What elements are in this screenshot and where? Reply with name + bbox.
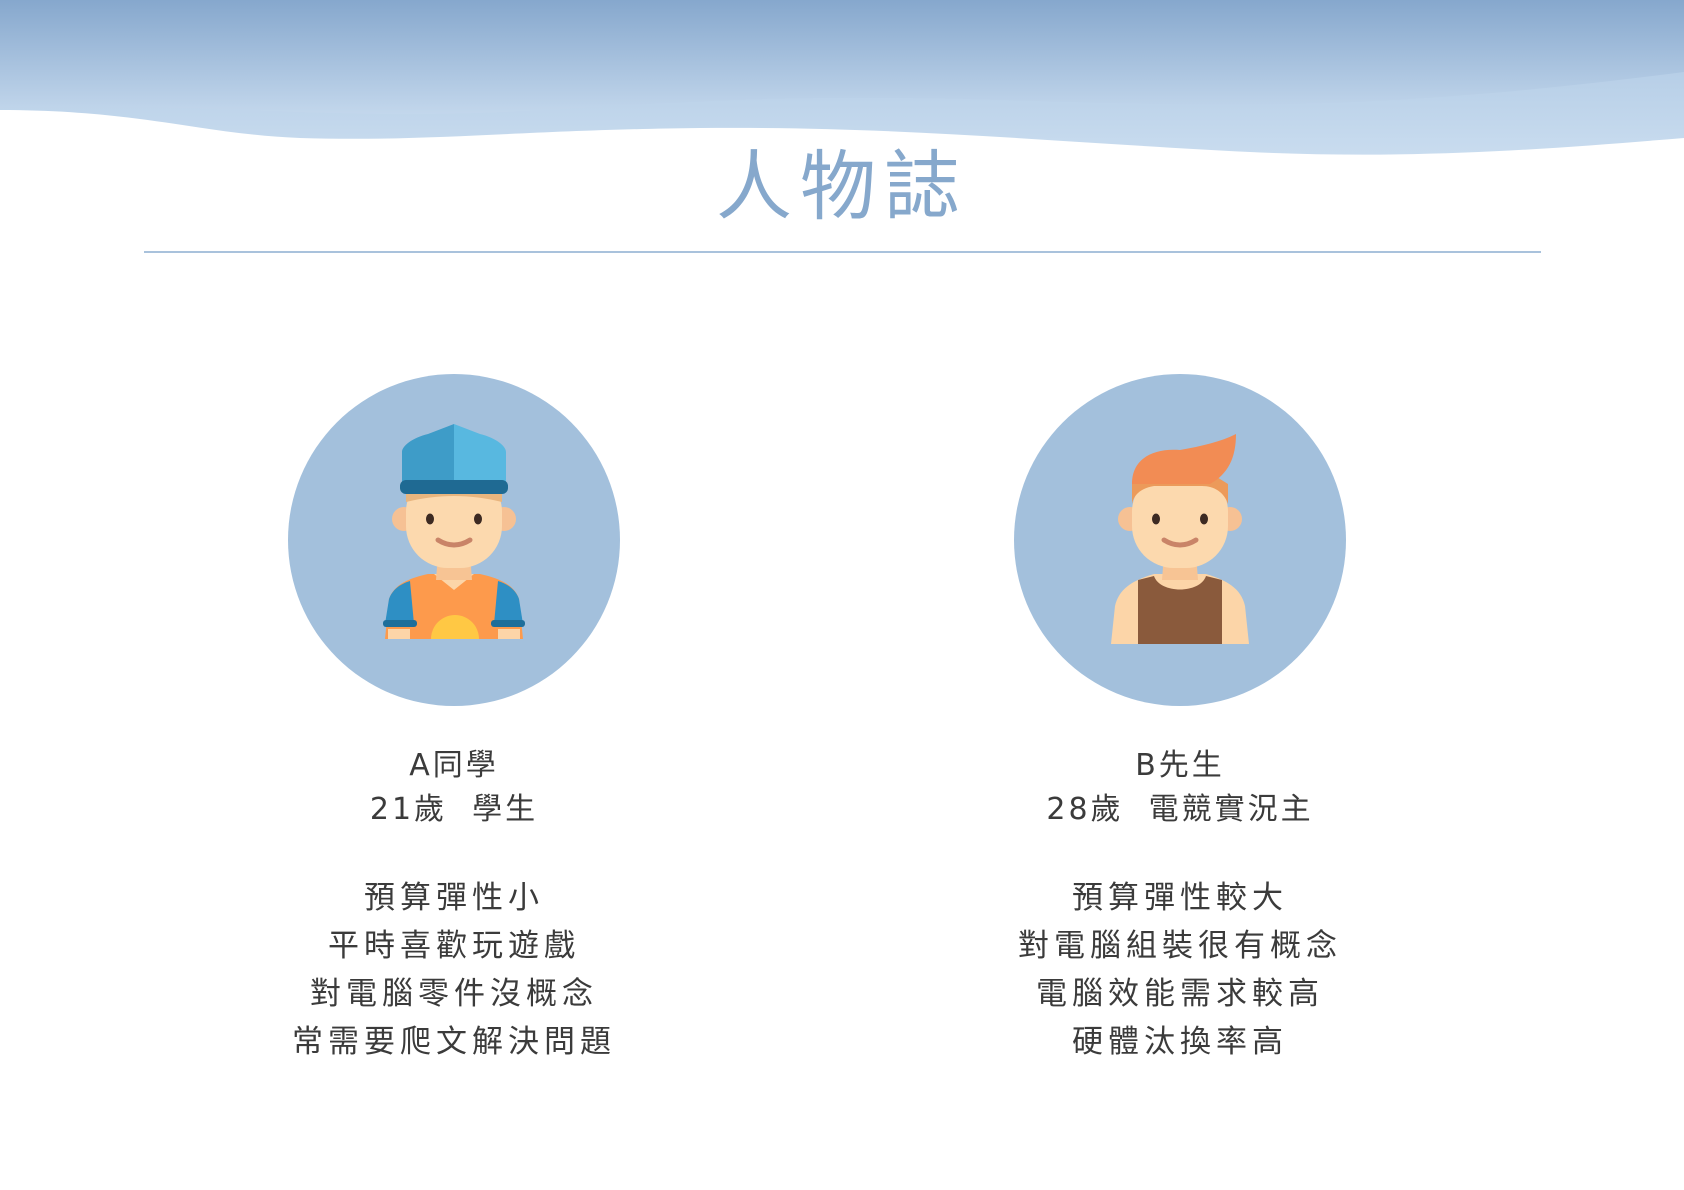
persona-trait: 預算彈性較大 (1072, 880, 1288, 916)
persona-trait: 對電腦零件沒概念 (310, 976, 598, 1012)
persona-trait: 預算彈性小 (364, 880, 544, 916)
boy-with-cap-icon (383, 424, 525, 639)
persona-trait: 平時喜歡玩遊戲 (328, 928, 580, 964)
page-title: 人物誌 (716, 142, 968, 231)
persona-name: A同學 (409, 748, 499, 783)
title-divider (144, 251, 1541, 253)
avatar (1014, 374, 1346, 706)
persona-trait: 硬體汰換率高 (1072, 1024, 1288, 1060)
avatar (288, 374, 620, 706)
persona-trait: 常需要爬文解決問題 (292, 1024, 616, 1060)
persona-card-a: A同學 21歲 學生 預算彈性小 平時喜歡玩遊戲 對電腦零件沒概念 常需要爬文解… (154, 374, 754, 1066)
persona-trait: 對電腦組裝很有概念 (1018, 928, 1342, 964)
persona-card-b: B先生 28歲 電競實況主 預算彈性較大 對電腦組裝很有概念 電腦效能需求較高 … (880, 374, 1480, 1066)
man-in-tank-top-icon (1111, 434, 1249, 644)
persona-info: 21歲 學生 (369, 792, 539, 827)
persona-info: 28歲 電競實況主 (1046, 792, 1314, 827)
persona-trait: 電腦效能需求較高 (1036, 976, 1324, 1012)
persona-name: B先生 (1135, 748, 1225, 783)
